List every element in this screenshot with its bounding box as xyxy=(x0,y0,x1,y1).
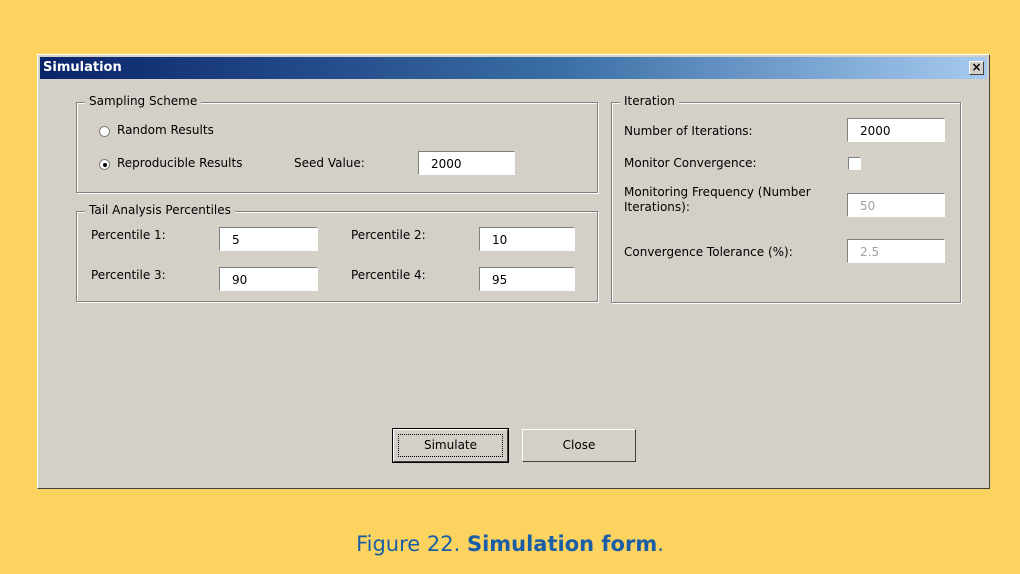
figure-caption: Figure 22. Simulation form. xyxy=(0,532,1020,556)
reproducible-results-radio[interactable] xyxy=(99,159,110,170)
sampling-scheme-group: Sampling Scheme Random Results Reproduci… xyxy=(76,94,598,193)
focus-rectangle xyxy=(398,434,503,457)
radio-selected-dot xyxy=(103,163,107,167)
percentile-2-label: Percentile 2: xyxy=(351,228,426,242)
close-button[interactable]: Close xyxy=(522,429,636,462)
monitoring-frequency-input[interactable]: 50 xyxy=(847,193,945,217)
caption-suffix: . xyxy=(657,532,664,556)
number-of-iterations-label: Number of Iterations: xyxy=(624,124,753,138)
random-results-label[interactable]: Random Results xyxy=(117,123,214,137)
close-window-button[interactable]: × xyxy=(969,61,984,75)
convergence-tolerance-label: Convergence Tolerance (%): xyxy=(624,245,793,259)
dialog-title: Simulation xyxy=(43,60,122,75)
number-of-iterations-input[interactable]: 2000 xyxy=(847,118,945,142)
simulate-button[interactable]: Simulate xyxy=(392,428,509,463)
close-button-label: Close xyxy=(562,438,596,452)
tail-analysis-legend: Tail Analysis Percentiles xyxy=(85,203,235,217)
percentile-1-label: Percentile 1: xyxy=(91,228,166,242)
seed-value-input[interactable]: 2000 xyxy=(418,151,515,175)
percentile-2-input[interactable]: 10 xyxy=(479,227,575,251)
reproducible-results-label[interactable]: Reproducible Results xyxy=(117,156,242,170)
sampling-scheme-legend: Sampling Scheme xyxy=(85,94,202,108)
convergence-tolerance-input[interactable]: 2.5 xyxy=(847,239,945,263)
percentile-4-label: Percentile 4: xyxy=(351,268,426,282)
random-results-radio[interactable] xyxy=(99,126,110,137)
simulation-dialog: Simulation × Sampling Scheme Random Resu… xyxy=(37,54,990,489)
percentile-3-input[interactable]: 90 xyxy=(219,267,318,291)
percentile-3-label: Percentile 3: xyxy=(91,268,166,282)
tail-analysis-group: Tail Analysis Percentiles Percentile 1: … xyxy=(76,203,598,302)
monitoring-frequency-label: Monitoring Frequency (Number Iterations)… xyxy=(624,185,811,214)
seed-value-label: Seed Value: xyxy=(294,156,365,170)
title-bar[interactable]: Simulation × xyxy=(40,57,987,79)
monitor-convergence-label: Monitor Convergence: xyxy=(624,156,757,170)
percentile-4-input[interactable]: 95 xyxy=(479,267,575,291)
caption-prefix: Figure 22. xyxy=(356,532,467,556)
iteration-legend: Iteration xyxy=(620,94,679,108)
percentile-1-input[interactable]: 5 xyxy=(219,227,318,251)
iteration-group: Iteration Number of Iterations: 2000 Mon… xyxy=(611,94,961,303)
caption-bold: Simulation form xyxy=(466,532,658,556)
monitor-convergence-checkbox[interactable] xyxy=(848,157,861,170)
